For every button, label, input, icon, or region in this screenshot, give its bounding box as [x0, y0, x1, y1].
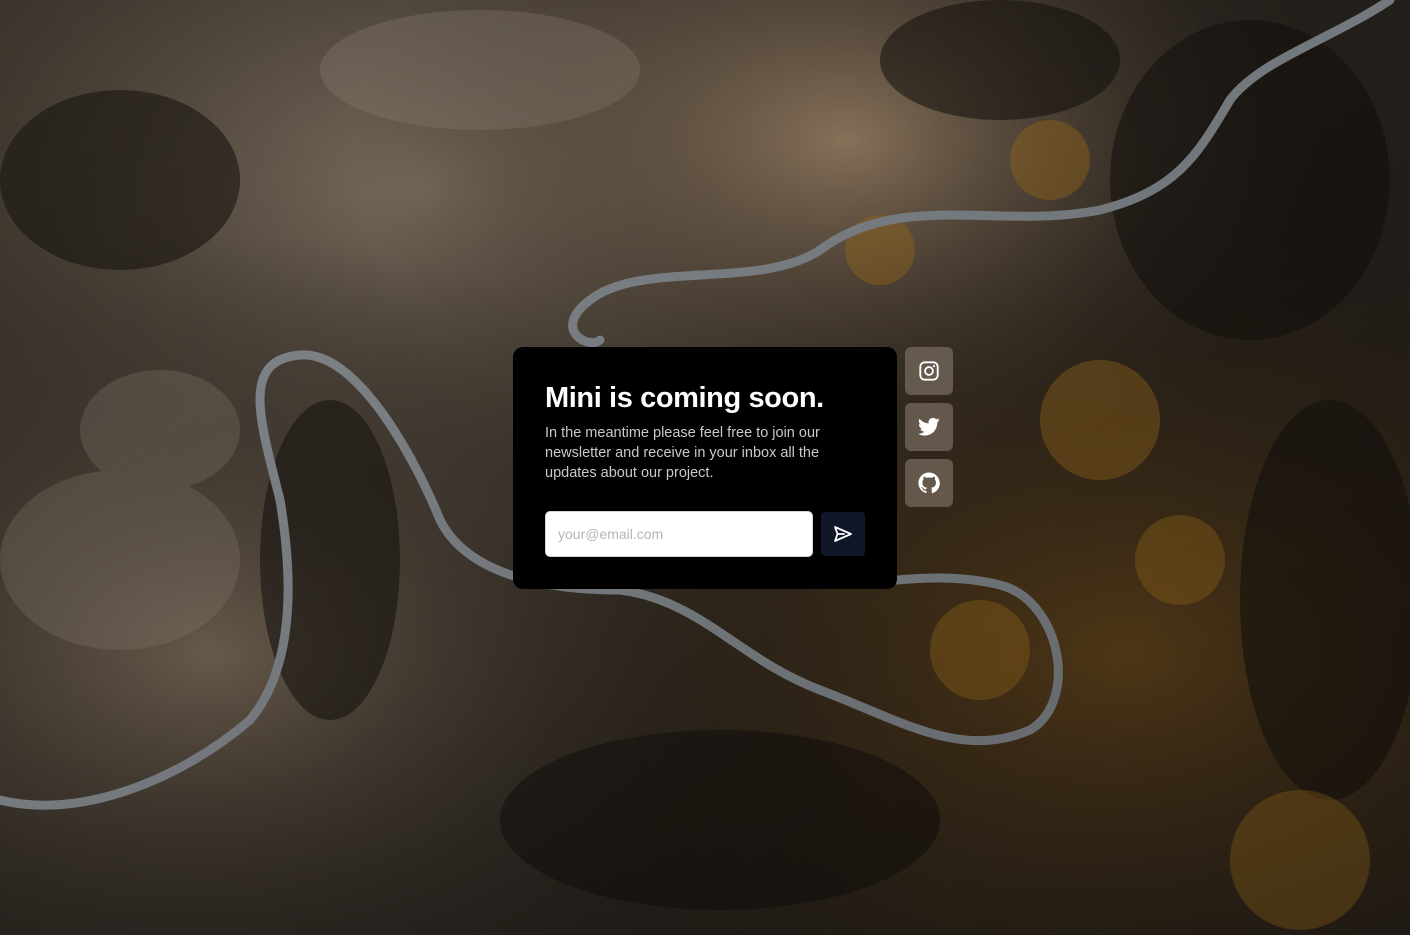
- instagram-icon: [919, 361, 939, 381]
- newsletter-form: [545, 511, 865, 557]
- social-links: [905, 347, 953, 515]
- instagram-link[interactable]: [905, 347, 953, 395]
- subscribe-button[interactable]: [821, 512, 865, 556]
- twitter-icon: [918, 417, 940, 436]
- page-description: In the meantime please feel free to join…: [545, 425, 820, 481]
- send-icon: [834, 526, 852, 542]
- github-link[interactable]: [905, 459, 953, 507]
- email-input[interactable]: [545, 511, 813, 557]
- github-icon: [918, 472, 940, 494]
- twitter-link[interactable]: [905, 403, 953, 451]
- page-title: Mini is coming soon.: [545, 382, 824, 414]
- coming-soon-card: Mini is coming soon. In the meantime ple…: [513, 347, 897, 589]
